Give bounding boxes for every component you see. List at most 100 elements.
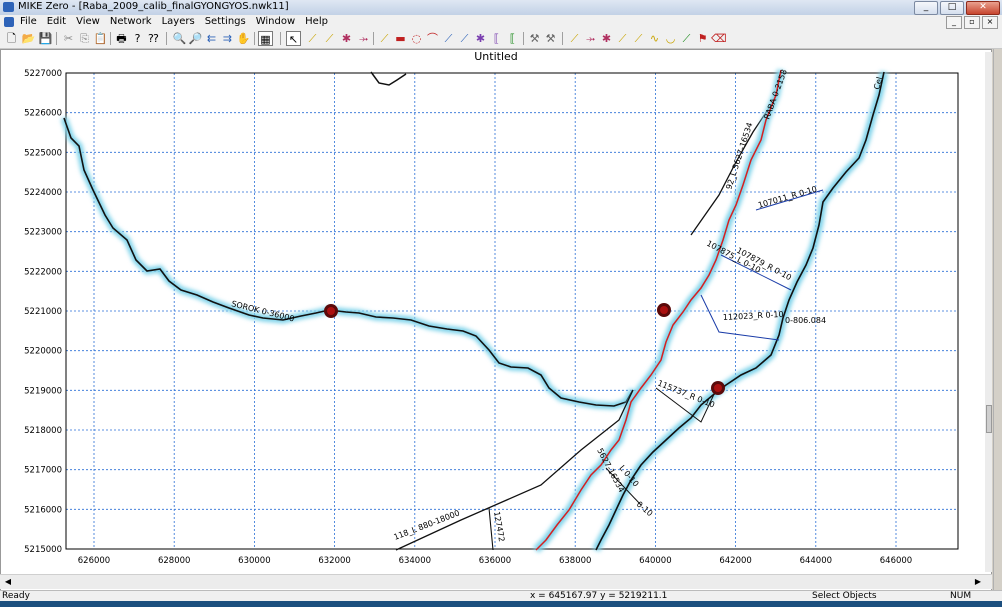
minimize-button[interactable]: _ (914, 1, 938, 15)
new-file-icon[interactable]: 🗋 (4, 31, 19, 46)
split-branch-icon[interactable]: ✱ (599, 31, 614, 46)
chainage-icon[interactable]: ⟋ (631, 31, 646, 46)
menu-file[interactable]: File (20, 16, 37, 27)
x-tick-label: 642000 (719, 556, 751, 566)
toolbar-separator (166, 32, 167, 45)
label-127472: 127472 (492, 511, 506, 543)
next-view-icon[interactable]: ⇉ (220, 31, 235, 46)
boundary-node-junction-core (714, 384, 722, 392)
menu-network[interactable]: Network (110, 16, 152, 27)
close-button[interactable]: ✕ (966, 1, 1000, 15)
structure-weir-icon[interactable]: ▬ (393, 31, 408, 46)
structure-pump-icon[interactable]: ⟋ (441, 31, 456, 46)
copy-icon[interactable]: ⎘ (77, 31, 92, 46)
label-0-10: 0-10 (635, 500, 655, 519)
menu-edit[interactable]: Edit (47, 16, 66, 27)
menu-help[interactable]: Help (305, 16, 328, 27)
open-folder-icon[interactable]: 📂 (21, 31, 36, 46)
doc-close-button[interactable]: × (982, 16, 998, 29)
previous-view-icon[interactable]: ⇇ (204, 31, 219, 46)
map-grid (66, 72, 958, 550)
label-107011: 107011_R 0-10 (757, 185, 818, 210)
y-tick-label: 5221000 (24, 307, 62, 317)
draw-line-icon[interactable]: ⟋ (377, 31, 392, 46)
x-tick-label: 632000 (318, 556, 350, 566)
network-map-canvas[interactable]: 5227000 5226000 5225000 5224000 5223000 52220… (1, 50, 991, 593)
x-tick-label: 634000 (399, 556, 431, 566)
zoom-in-icon[interactable]: 🔍 (172, 31, 187, 46)
vertical-scrollbar[interactable] (985, 52, 992, 572)
y-tick-label: 5223000 (24, 228, 62, 238)
add-branch-icon[interactable]: ⟋ (322, 31, 337, 46)
y-tick-label: 5224000 (24, 188, 62, 198)
structure-energy-icon[interactable]: ⟦ (505, 31, 520, 46)
flag-icon[interactable]: ⚑ (695, 31, 710, 46)
disconnect-branch-icon[interactable]: ⤞ (356, 31, 371, 46)
structure-control-icon[interactable]: ⟦ (489, 31, 504, 46)
curve-icon[interactable]: ◡ (663, 31, 678, 46)
sorok-river-halo (60, 116, 637, 410)
runoff-icon[interactable]: ⚒ (543, 31, 558, 46)
toolbar-separator (110, 32, 111, 45)
merge-branch-icon[interactable]: ⤞ (583, 31, 598, 46)
structure-dambreak-icon[interactable]: ✱ (473, 31, 488, 46)
erase-icon[interactable]: ⌫ (711, 31, 727, 46)
network-document-window: Untitled 5227000 5226000 5225000 5224000 522… (0, 49, 992, 594)
scroll-right-icon[interactable]: ▶ (972, 576, 984, 588)
zoom-out-icon[interactable]: 🔎 (188, 31, 203, 46)
taskbar (0, 601, 1002, 607)
toolbar-separator (56, 32, 57, 45)
pan-hand-icon[interactable]: ✋ (236, 31, 251, 46)
y-axis: 5227000 5226000 5225000 5224000 5223000 52220… (24, 69, 62, 555)
mike-app-icon (3, 2, 14, 12)
menu-layers[interactable]: Layers (162, 16, 195, 27)
select-arrow-icon[interactable]: ↖ (286, 31, 301, 46)
reverse-branch-icon[interactable]: ⟋ (615, 31, 630, 46)
vertical-scroll-thumb[interactable] (986, 405, 992, 433)
cut-icon[interactable]: ✂ (61, 31, 76, 46)
smooth-line-icon[interactable]: ∿ (647, 31, 662, 46)
menu-view[interactable]: View (76, 16, 100, 27)
structure-bridge-icon[interactable]: ⌒ (425, 31, 440, 46)
menu-window[interactable]: Window (256, 16, 295, 27)
structure-gate-icon[interactable]: ⟋ (457, 31, 472, 46)
y-tick-label: 5215000 (24, 545, 62, 555)
menu-settings[interactable]: Settings (205, 16, 246, 27)
sorok-river[interactable] (63, 117, 634, 407)
x-tick-label: 638000 (559, 556, 591, 566)
link-icon[interactable]: ⟋ (679, 31, 694, 46)
print-icon[interactable]: 🖶 (114, 31, 129, 46)
context-help-icon[interactable]: ⁇ (146, 31, 161, 46)
doc-restore-button[interactable]: ▫ (964, 16, 980, 29)
scroll-left-icon[interactable]: ◀ (2, 576, 14, 588)
document-icon[interactable] (4, 17, 14, 27)
add-point-icon[interactable]: ⟋ (305, 31, 320, 46)
digitize-line-icon[interactable]: ⟋ (567, 31, 582, 46)
toolbar: 🗋 📂 💾 ✂ ⎘ 📋 🖶 ? ⁇ 🔍 🔎 ⇇ ⇉ ✋ ▦ ↖ ⟋ ⟋ ✱ ⤞ … (0, 29, 1002, 49)
horizontal-scrollbar[interactable]: ◀ ▶ (0, 574, 992, 589)
structure-culvert-icon[interactable]: ◌ (409, 31, 424, 46)
save-icon[interactable]: 💾 (38, 31, 53, 46)
connect-branch-icon[interactable]: ✱ (339, 31, 354, 46)
y-tick-label: 5218000 (24, 426, 62, 436)
toolbar-separator (562, 32, 563, 45)
maximize-button[interactable]: □ (940, 1, 964, 15)
grid-view-icon[interactable]: ▦ (258, 31, 273, 46)
side-panel-edge (993, 49, 1002, 594)
x-tick-label: 628000 (158, 556, 190, 566)
x-tick-label: 646000 (880, 556, 912, 566)
window-title: MIKE Zero - [Raba_2009_calib_finalGYONGY… (18, 1, 289, 12)
toolbar-separator (280, 32, 281, 45)
y-tick-label: 5222000 (24, 267, 62, 277)
boundary-node-sorok-core (327, 307, 335, 315)
doc-minimize-button[interactable]: _ (946, 16, 962, 29)
x-tick-label: 630000 (238, 556, 270, 566)
y-tick-label: 5219000 (24, 386, 62, 396)
about-icon[interactable]: ? (130, 31, 145, 46)
catchment-icon[interactable]: ⚒ (527, 31, 542, 46)
x-tick-label: 626000 (78, 556, 110, 566)
x-axis: 626000 628000 630000 632000 634000 636000 6380… (78, 556, 912, 566)
paste-icon[interactable]: 📋 (93, 31, 108, 46)
y-tick-label: 5226000 (24, 109, 62, 119)
toolbar-separator (254, 32, 255, 45)
